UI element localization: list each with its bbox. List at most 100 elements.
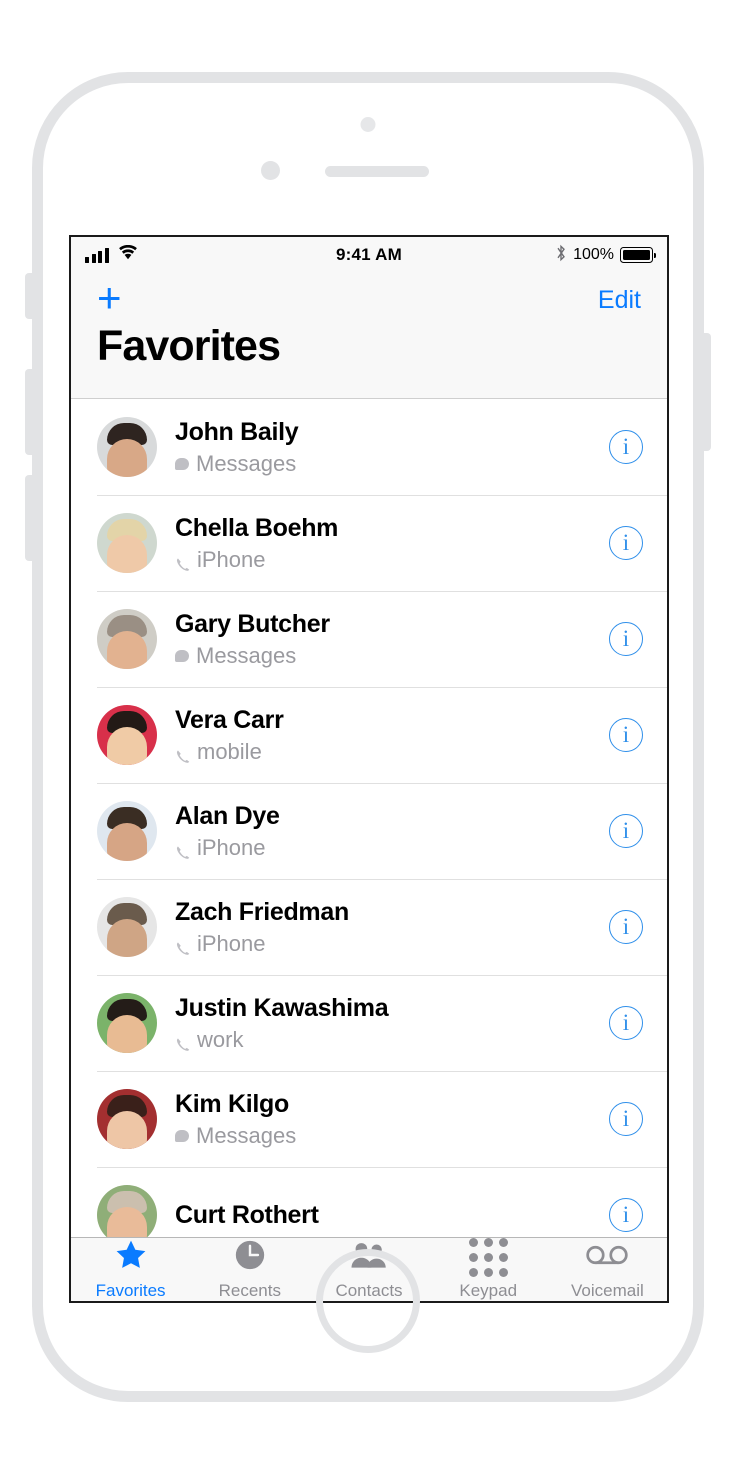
- avatar: [97, 609, 157, 669]
- battery-full-icon: [620, 247, 653, 263]
- silent-switch[interactable]: [25, 273, 33, 319]
- favorite-row[interactable]: Gary Butcher Messages i: [71, 591, 667, 687]
- favorite-line-label: mobile: [197, 739, 262, 765]
- favorite-name: Curt Rothert: [175, 1201, 319, 1230]
- tab-voicemail[interactable]: Voicemail: [548, 1238, 667, 1301]
- favorite-line-label: Messages: [196, 451, 296, 477]
- info-button[interactable]: i: [609, 910, 643, 944]
- favorite-line-label: work: [197, 1027, 243, 1053]
- avatar: [97, 417, 157, 477]
- favorites-list[interactable]: John Baily Messages i Chella Boehm iPhon…: [71, 399, 667, 1301]
- tab-recents[interactable]: Recents: [190, 1238, 309, 1301]
- avatar-face: [107, 439, 147, 477]
- tab-label: Recents: [219, 1281, 281, 1301]
- favorite-row[interactable]: Alan Dye iPhone i: [71, 783, 667, 879]
- edit-button[interactable]: Edit: [598, 286, 641, 315]
- favorite-text: Kim Kilgo Messages: [175, 1090, 296, 1149]
- favorite-line-type: iPhone: [175, 835, 280, 861]
- favorite-line-type: work: [175, 1027, 388, 1053]
- favorite-text: Justin Kawashima work: [175, 994, 388, 1053]
- favorite-line-label: iPhone: [197, 547, 266, 573]
- tab-label: Voicemail: [571, 1281, 644, 1301]
- favorite-name: Vera Carr: [175, 706, 284, 735]
- favorite-row[interactable]: Zach Friedman iPhone i: [71, 879, 667, 975]
- favorite-row[interactable]: Justin Kawashima work i: [71, 975, 667, 1071]
- avatar: [97, 705, 157, 765]
- page-title: Favorites: [71, 323, 667, 370]
- tab-favorites[interactable]: Favorites: [71, 1238, 190, 1301]
- avatar: [97, 993, 157, 1053]
- add-favorite-button[interactable]: +: [97, 277, 122, 319]
- favorite-text: Curt Rothert: [175, 1201, 319, 1230]
- avatar-face: [107, 631, 147, 669]
- favorite-text: Chella Boehm iPhone: [175, 514, 338, 573]
- favorite-text: Vera Carr mobile: [175, 706, 284, 765]
- avatar: [97, 897, 157, 957]
- favorite-name: John Baily: [175, 418, 298, 447]
- favorite-line-label: iPhone: [197, 835, 266, 861]
- favorite-name: Justin Kawashima: [175, 994, 388, 1023]
- proximity-sensor-icon: [261, 161, 280, 180]
- favorite-text: Alan Dye iPhone: [175, 802, 280, 861]
- power-button[interactable]: [703, 333, 711, 451]
- tab-keypad[interactable]: Keypad: [429, 1238, 548, 1301]
- info-button[interactable]: i: [609, 718, 643, 752]
- favorite-name: Gary Butcher: [175, 610, 330, 639]
- home-button[interactable]: [316, 1249, 420, 1353]
- info-button[interactable]: i: [609, 1006, 643, 1040]
- favorite-name: Kim Kilgo: [175, 1090, 296, 1119]
- phone-handset-icon: [175, 1032, 190, 1047]
- avatar-face: [107, 535, 147, 573]
- favorite-text: John Baily Messages: [175, 418, 298, 477]
- message-bubble-icon: [175, 1130, 189, 1142]
- tab-icon-wrap: [469, 1238, 508, 1276]
- earpiece-speaker-icon: [325, 166, 429, 177]
- tab-icon-wrap: [113, 1238, 149, 1276]
- favorite-name: Zach Friedman: [175, 898, 349, 927]
- favorite-name: Alan Dye: [175, 802, 280, 831]
- status-bar: 9:41 AM 100%: [71, 237, 667, 273]
- star-icon: [113, 1237, 149, 1278]
- info-button[interactable]: i: [609, 1198, 643, 1232]
- phone-handset-icon: [175, 552, 190, 567]
- status-bar-clock: 9:41 AM: [71, 245, 667, 265]
- screenshot-canvas: 9:41 AM 100% + Edit Favorites: [0, 0, 736, 1472]
- voicemail-icon: [586, 1242, 628, 1273]
- phone-screen: 9:41 AM 100% + Edit Favorites: [69, 235, 669, 1303]
- favorite-line-type: iPhone: [175, 547, 338, 573]
- front-camera-icon: [361, 117, 376, 132]
- info-button[interactable]: i: [609, 814, 643, 848]
- info-button[interactable]: i: [609, 1102, 643, 1136]
- favorite-line-label: Messages: [196, 1123, 296, 1149]
- avatar-face: [107, 1015, 147, 1053]
- volume-down-button[interactable]: [25, 475, 33, 561]
- favorite-line-type: mobile: [175, 739, 284, 765]
- avatar-face: [107, 823, 147, 861]
- info-button[interactable]: i: [609, 430, 643, 464]
- favorite-row[interactable]: Chella Boehm iPhone i: [71, 495, 667, 591]
- navigation-bar-actions: + Edit: [71, 273, 667, 321]
- favorite-row[interactable]: John Baily Messages i: [71, 399, 667, 495]
- avatar-face: [107, 1111, 147, 1149]
- tab-label: Keypad: [459, 1281, 517, 1301]
- favorite-line-type: Messages: [175, 451, 298, 477]
- avatar: [97, 801, 157, 861]
- favorite-text: Zach Friedman iPhone: [175, 898, 349, 957]
- favorite-text: Gary Butcher Messages: [175, 610, 330, 669]
- volume-up-button[interactable]: [25, 369, 33, 455]
- tab-label: Favorites: [96, 1281, 166, 1301]
- info-button[interactable]: i: [609, 622, 643, 656]
- favorite-name: Chella Boehm: [175, 514, 338, 543]
- favorite-line-label: Messages: [196, 643, 296, 669]
- favorite-line-type: Messages: [175, 643, 330, 669]
- favorite-line-type: iPhone: [175, 931, 349, 957]
- tab-icon-wrap: [233, 1238, 267, 1276]
- clock-icon: [233, 1238, 267, 1277]
- navigation-bar: + Edit Favorites: [71, 273, 667, 399]
- info-button[interactable]: i: [609, 526, 643, 560]
- keypad-icon: [469, 1238, 508, 1277]
- message-bubble-icon: [175, 458, 189, 470]
- favorite-row[interactable]: Kim Kilgo Messages i: [71, 1071, 667, 1167]
- favorite-row[interactable]: Vera Carr mobile i: [71, 687, 667, 783]
- iphone-device-frame: 9:41 AM 100% + Edit Favorites: [32, 72, 704, 1402]
